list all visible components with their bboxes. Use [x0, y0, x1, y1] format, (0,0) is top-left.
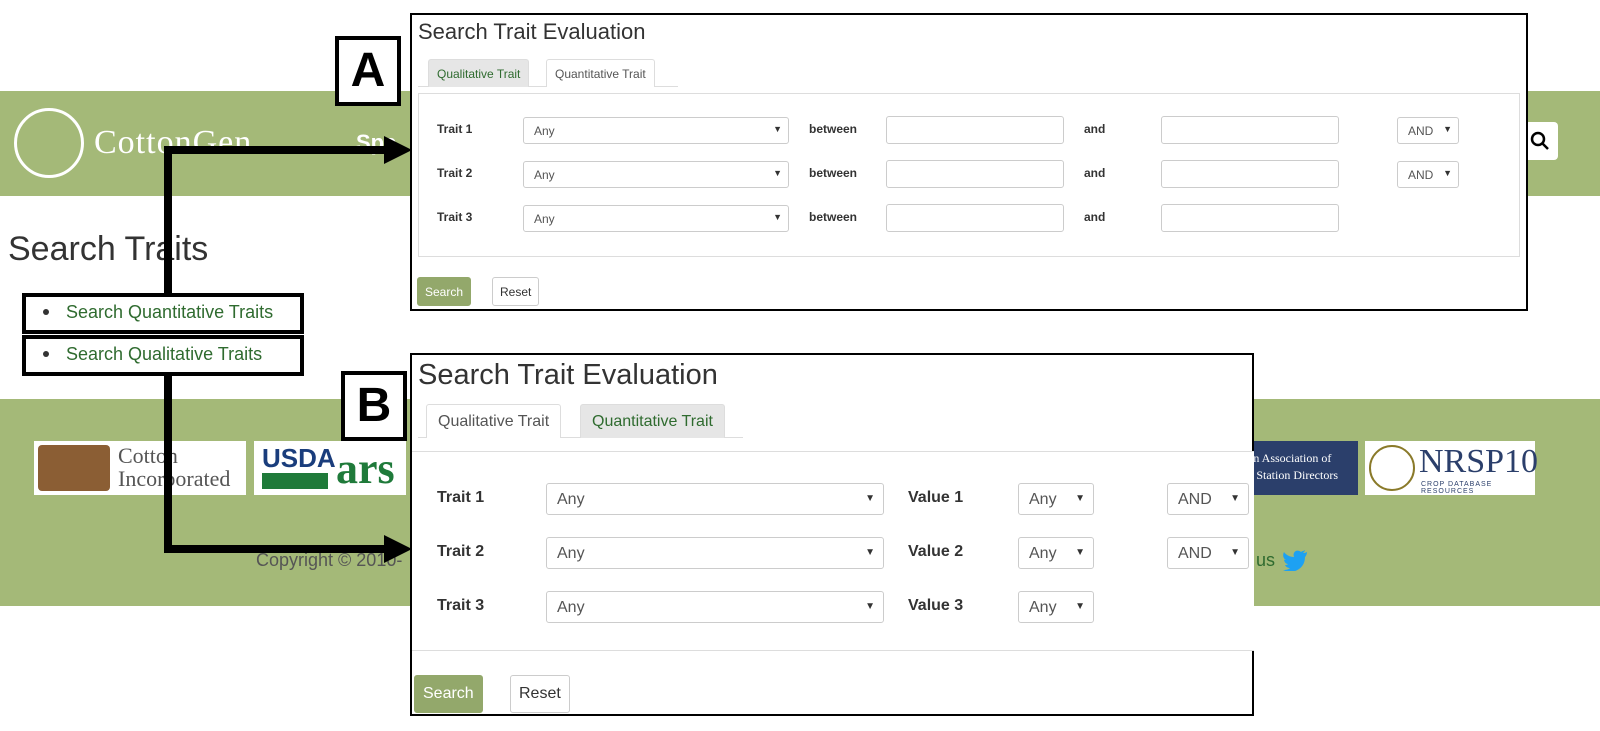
trait-1-select[interactable]: Any ▼ [523, 117, 789, 144]
value-2-label: Value 2 [908, 543, 964, 560]
value-3-label: Value 3 [908, 597, 964, 614]
value-3-select[interactable]: Any ▼ [1018, 591, 1094, 623]
chevron-down-icon: ▼ [1443, 124, 1452, 134]
trait-3-min-input[interactable] [886, 204, 1064, 232]
chevron-down-icon: ▼ [865, 493, 875, 504]
quantitative-search-form: Trait 1 Any ▼ between and AND ▼ Trait 2 … [418, 93, 1520, 257]
tab-quantitative-trait[interactable]: Quantitative Trait [546, 59, 655, 87]
trait-3-select[interactable]: Any ▼ [523, 205, 789, 232]
value-1-label: Value 1 [908, 489, 964, 506]
panel-title: Search Trait Evaluation [418, 19, 646, 44]
reset-button[interactable]: Reset [510, 675, 570, 713]
chevron-down-icon: ▼ [1230, 547, 1240, 558]
reset-button[interactable]: Reset [492, 277, 540, 306]
trait-2-select-value: Any [534, 168, 555, 182]
trait-1-select[interactable]: Any ▼ [546, 483, 884, 515]
trait-3-select[interactable]: Any ▼ [546, 591, 884, 623]
panel-quantitative-search: Search Trait Evaluation Qualitative Trai… [410, 13, 1528, 311]
trait-2-operator-select[interactable]: AND ▼ [1397, 161, 1459, 188]
tab-qualitative-trait[interactable]: Qualitative Trait [428, 59, 530, 87]
trait-2-select[interactable]: Any ▼ [523, 161, 789, 188]
tab-qualitative-trait[interactable]: Qualitative Trait [426, 404, 562, 438]
trait-1-operator-select[interactable]: AND ▼ [1397, 117, 1459, 144]
operator-value: AND [1178, 545, 1212, 562]
value-2-select-value: Any [1029, 545, 1057, 562]
trait-1-operator-select[interactable]: AND ▼ [1167, 483, 1249, 515]
and-label: and [1084, 166, 1106, 180]
search-button[interactable]: Search [414, 675, 483, 713]
trait-2-min-input[interactable] [886, 160, 1064, 188]
chevron-down-icon: ▼ [773, 124, 782, 134]
trait-2-operator-select[interactable]: AND ▼ [1167, 537, 1249, 569]
and-label: and [1084, 122, 1106, 136]
trait-3-max-input[interactable] [1161, 204, 1339, 232]
chevron-down-icon: ▼ [1075, 493, 1085, 504]
panel-qualitative-search: Search Trait Evaluation Qualitative Trai… [410, 353, 1254, 716]
trait-2-label: Trait 2 [437, 543, 485, 560]
qualitative-search-form: Trait 1 Any ▼ Value 1 Any ▼ AND ▼ Trait … [412, 451, 1254, 651]
chevron-down-icon: ▼ [773, 168, 782, 178]
chevron-down-icon: ▼ [1075, 601, 1085, 612]
trait-1-label: Trait 1 [437, 489, 485, 506]
operator-value: AND [1408, 124, 1434, 138]
trait-2-select[interactable]: Any ▼ [546, 537, 884, 569]
and-label: and [1084, 210, 1106, 224]
trait-1-min-input[interactable] [886, 116, 1064, 144]
between-label: between [809, 166, 858, 180]
between-label: between [809, 122, 858, 136]
value-3-select-value: Any [1029, 599, 1057, 616]
trait-3-label: Trait 3 [437, 597, 485, 614]
tab-quantitative-trait[interactable]: Quantitative Trait [580, 404, 725, 438]
chevron-down-icon: ▼ [1230, 493, 1240, 504]
chevron-down-icon: ▼ [1075, 547, 1085, 558]
chevron-down-icon: ▼ [773, 212, 782, 222]
trait-1-max-input[interactable] [1161, 116, 1339, 144]
search-button[interactable]: Search [417, 277, 472, 306]
trait-1-select-value: Any [557, 491, 585, 508]
trait-3-label: Trait 3 [437, 210, 473, 224]
chevron-down-icon: ▼ [1443, 168, 1452, 178]
trait-3-select-value: Any [557, 599, 585, 616]
chevron-down-icon: ▼ [865, 601, 875, 612]
trait-1-select-value: Any [534, 124, 555, 138]
value-1-select[interactable]: Any ▼ [1018, 483, 1094, 515]
value-1-select-value: Any [1029, 491, 1057, 508]
operator-value: AND [1178, 491, 1212, 508]
operator-value: AND [1408, 168, 1434, 182]
chevron-down-icon: ▼ [865, 547, 875, 558]
trait-2-label: Trait 2 [437, 166, 473, 180]
trait-1-label: Trait 1 [437, 122, 473, 136]
trait-3-select-value: Any [534, 212, 555, 226]
panel-label-b: B [341, 371, 407, 441]
trait-2-select-value: Any [557, 545, 585, 562]
panel-label-a: A [335, 36, 401, 106]
value-2-select[interactable]: Any ▼ [1018, 537, 1094, 569]
trait-2-max-input[interactable] [1161, 160, 1339, 188]
panel-title: Search Trait Evaluation [418, 359, 718, 391]
between-label: between [809, 210, 858, 224]
